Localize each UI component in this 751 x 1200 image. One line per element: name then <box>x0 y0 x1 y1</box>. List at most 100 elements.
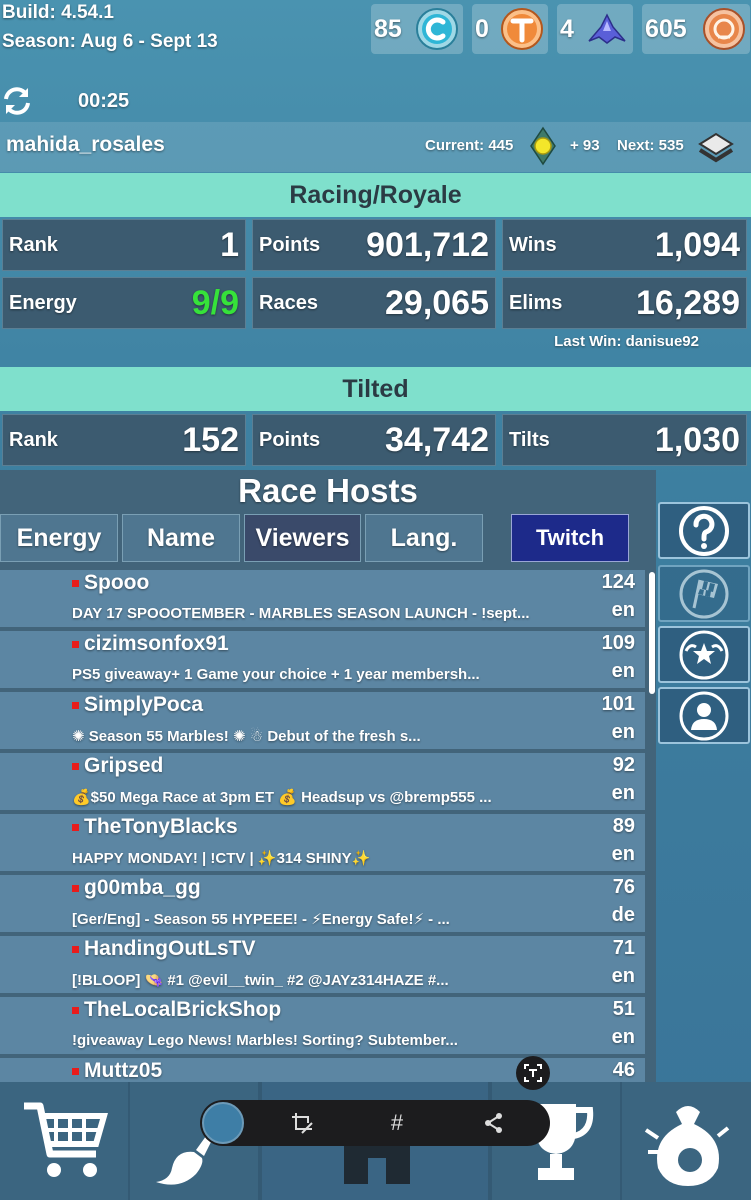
winged-star-icon <box>679 630 729 679</box>
currency-marble-value: 605 <box>645 14 687 43</box>
currency-t-coins[interactable]: 0 <box>472 4 548 54</box>
race-flag-button[interactable] <box>658 565 750 622</box>
crop-edit-icon <box>292 1113 313 1134</box>
xp-gain: + 93 <box>570 137 600 154</box>
stat-label: Wins <box>509 234 557 256</box>
shop-button[interactable] <box>0 1082 128 1200</box>
xp-next: Next: 535 <box>617 137 684 154</box>
live-dot-icon <box>72 1007 79 1014</box>
race-hosts-title: Race Hosts <box>238 472 418 509</box>
person-icon <box>679 691 729 740</box>
stat-label: Points <box>259 234 321 256</box>
c-coin-icon <box>416 8 458 50</box>
host-lang: en <box>611 1026 635 1048</box>
host-row[interactable]: Gripsed 92 💰$50 Mega Race at 3pm ET 💰 He… <box>0 753 645 812</box>
username[interactable]: mahida_rosales <box>6 133 165 157</box>
host-list[interactable]: Spooo 124 DAY 17 SPOOOTEMBER - MARBLES S… <box>0 570 656 1082</box>
host-row[interactable]: cizimsonfox91 109 PS5 giveaway+ 1 Game y… <box>0 631 645 690</box>
live-dot-icon <box>72 763 79 770</box>
currency-c-value: 85 <box>374 14 402 43</box>
racing-energy-value: 9/9 <box>191 284 239 322</box>
host-row[interactable]: TheLocalBrickShop 51 !giveaway Lego News… <box>0 997 645 1056</box>
help-button[interactable] <box>658 502 750 559</box>
live-dot-icon <box>72 702 79 709</box>
racing-energy-stat: Energy 9/9 <box>2 277 246 329</box>
season-label: Season: Aug 6 - Sept 13 <box>2 31 218 52</box>
stat-label: Points <box>259 429 321 451</box>
tilted-tilts-stat: Tilts 1,030 <box>502 414 747 466</box>
sort-viewers-button[interactable]: Viewers <box>244 514 361 562</box>
race-hosts-panel: Race Hosts Energy Name Viewers Lang. Twi… <box>0 470 656 1082</box>
host-description: [Ger/Eng] - Season 55 HYPEEE! - ⚡Energy … <box>72 911 450 928</box>
tilted-rank-value: 152 <box>182 421 239 459</box>
checkered-flag-icon <box>679 569 729 618</box>
racing-rank-value: 1 <box>220 226 239 264</box>
currency-t-value: 0 <box>475 14 489 43</box>
tilted-rank-stat: Rank 152 <box>2 414 246 466</box>
xp-orb-icon <box>530 126 556 166</box>
live-dot-icon <box>72 1068 79 1075</box>
host-lang: en <box>611 782 635 804</box>
host-name: Gripsed <box>84 754 164 777</box>
host-description: ✺ Season 55 Marbles! ✺ ☃ Debut of the fr… <box>72 728 421 745</box>
sort-name-button[interactable]: Name <box>122 514 240 562</box>
stat-label: Rank <box>9 234 58 256</box>
tilted-points-stat: Points 34,742 <box>252 414 496 466</box>
share-button[interactable] <box>474 1100 514 1146</box>
t-coin-icon <box>501 8 543 50</box>
host-description: !giveaway Lego News! Marbles! Sorting? S… <box>72 1032 458 1049</box>
host-lang: en <box>611 843 635 865</box>
text-scan-button[interactable] <box>516 1056 550 1090</box>
marble-coin-icon <box>703 8 745 50</box>
host-list-scrollbar[interactable] <box>649 572 655 694</box>
host-name: HandingOutLsTV <box>84 937 256 960</box>
sort-lang-button[interactable]: Lang. <box>365 514 483 562</box>
last-win-label: Last Win: danisue92 <box>554 333 699 350</box>
refresh-timer: 00:25 <box>78 90 130 112</box>
rewards-button[interactable] <box>622 1082 751 1200</box>
live-dot-icon <box>72 946 79 953</box>
host-viewers: 51 <box>612 998 635 1020</box>
host-description: [!BLOOP] 👒 #1 @evil__twin_ #2 @JAYz314HA… <box>72 972 449 989</box>
host-description: PS5 giveaway+ 1 Game your choice + 1 yea… <box>72 666 480 683</box>
tag-button[interactable]: # <box>377 1100 417 1146</box>
host-row[interactable]: Spooo 124 DAY 17 SPOOOTEMBER - MARBLES S… <box>0 570 645 629</box>
screenshot-thumbnail[interactable] <box>202 1102 244 1144</box>
host-viewers: 46 <box>612 1059 635 1081</box>
sort-energy-button[interactable]: Energy <box>0 514 118 562</box>
host-name: cizimsonfox91 <box>84 632 229 655</box>
host-row[interactable]: HandingOutLsTV 71 [!BLOOP] 👒 #1 @evil__t… <box>0 936 645 995</box>
currency-c-coins[interactable]: 85 <box>371 4 463 54</box>
host-viewers: 124 <box>601 571 635 593</box>
host-lang: en <box>611 721 635 743</box>
question-icon <box>679 505 729 556</box>
host-lang: en <box>611 660 635 682</box>
host-viewers: 71 <box>612 937 635 959</box>
host-description: 💰$50 Mega Race at 3pm ET 💰 Headsup vs @b… <box>72 789 492 806</box>
refresh-icon[interactable] <box>0 84 34 118</box>
host-row[interactable]: g00mba_gg 76 [Ger/Eng] - Season 55 HYPEE… <box>0 875 645 934</box>
profile-button[interactable] <box>658 687 750 744</box>
racing-points-stat: Points 901,712 <box>252 219 496 271</box>
host-name: g00mba_gg <box>84 876 201 899</box>
rank-chevron-icon <box>698 132 734 163</box>
host-name: SimplyPoca <box>84 693 204 716</box>
crop-edit-button[interactable] <box>282 1100 322 1146</box>
tilted-points-value: 34,742 <box>385 421 489 459</box>
user-bar: mahida_rosales Current: 445 + 93 Next: 5… <box>0 122 751 172</box>
host-viewers: 109 <box>601 632 635 654</box>
racing-wins-stat: Wins 1,094 <box>502 219 747 271</box>
host-description: HAPPY MONDAY! | !CTV | ✨314 SHINY✨ <box>72 850 371 867</box>
host-viewers: 89 <box>612 815 635 837</box>
live-dot-icon <box>72 641 79 648</box>
host-viewers: 76 <box>612 876 635 898</box>
host-lang: en <box>611 965 635 987</box>
host-row[interactable]: TheTonyBlacks 89 HAPPY MONDAY! | !CTV | … <box>0 814 645 873</box>
live-dot-icon <box>72 824 79 831</box>
twitch-button[interactable]: Twitch <box>511 514 629 562</box>
star-badge-button[interactable] <box>658 626 750 683</box>
host-row[interactable]: SimplyPoca 101 ✺ Season 55 Marbles! ✺ ☃ … <box>0 692 645 751</box>
racing-races-stat: Races 29,065 <box>252 277 496 329</box>
currency-marble-coins[interactable]: 605 <box>642 4 750 54</box>
currency-ships[interactable]: 4 <box>557 4 633 54</box>
